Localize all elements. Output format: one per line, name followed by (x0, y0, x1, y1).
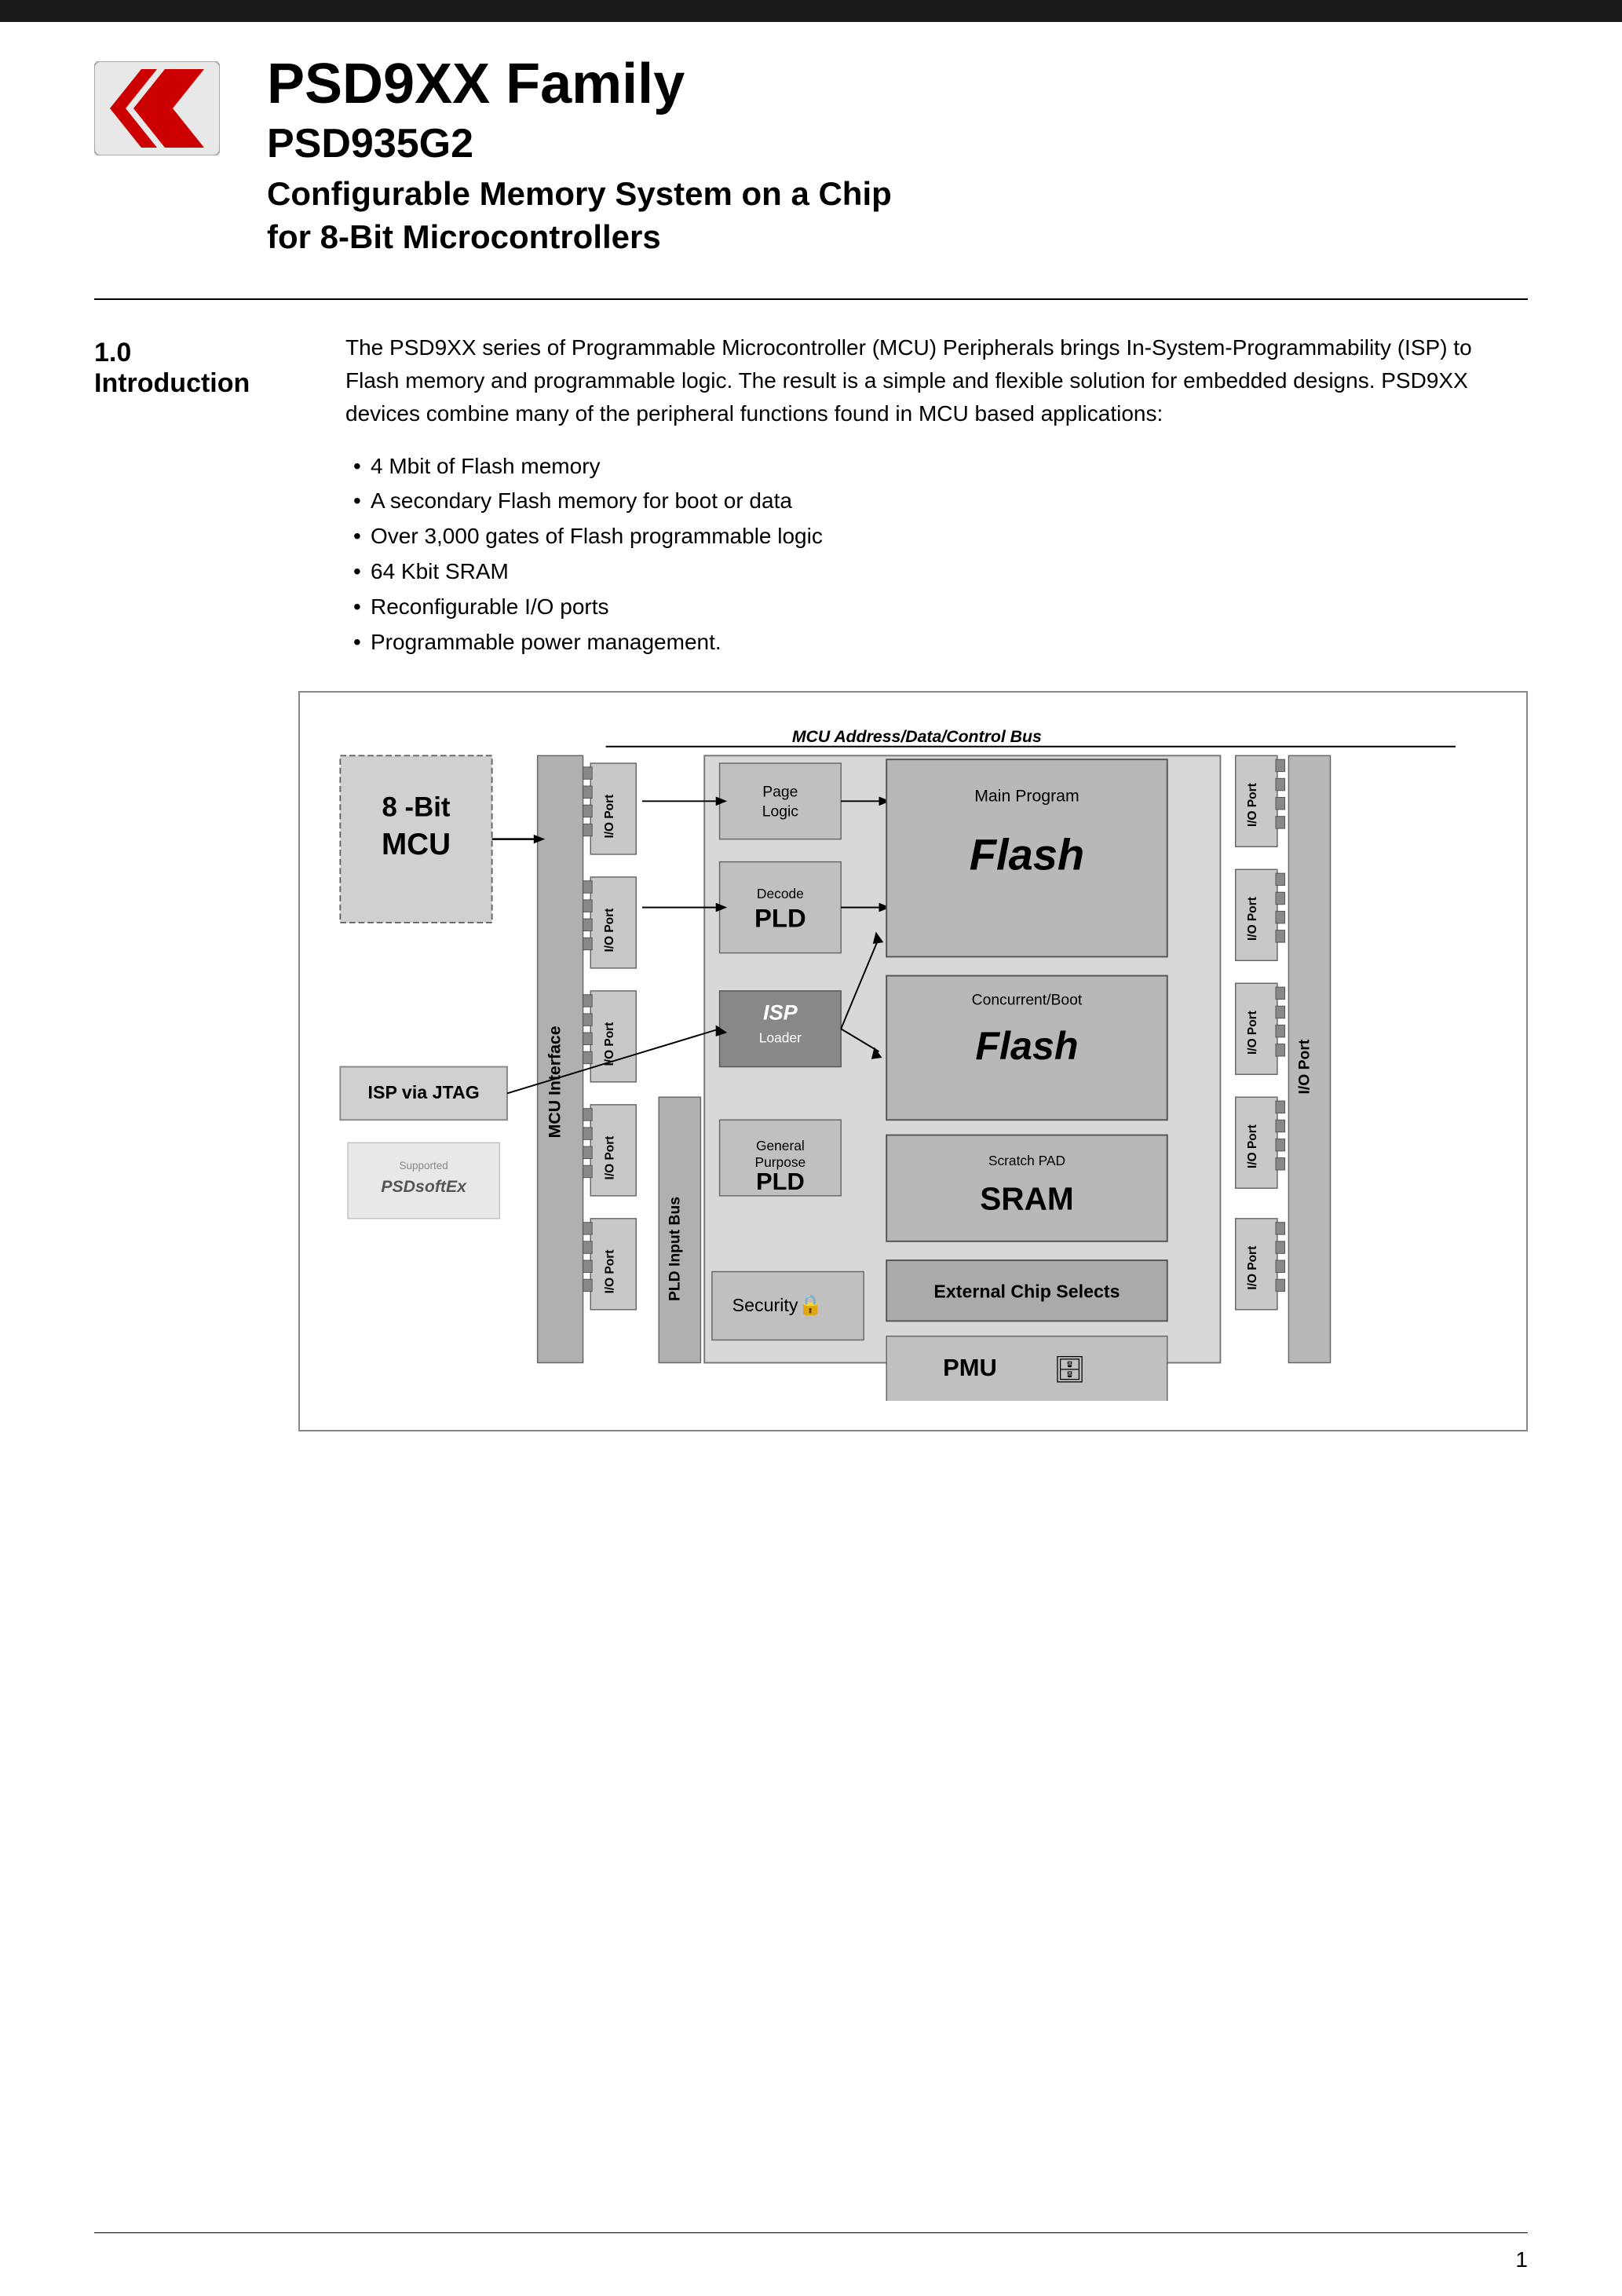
page-logic-label2: Logic (762, 804, 799, 821)
mcu-label-mcu: MCU (382, 828, 451, 861)
product-desc: Configurable Memory System on a Chip for… (267, 173, 1528, 258)
list-item: A secondary Flash memory for boot or dat… (345, 484, 1528, 519)
header-content: PSD9XX Family PSD935G2 Configurable Memo… (0, 22, 1622, 259)
page-number: 1 (1515, 2247, 1528, 2272)
product-desc-line1: Configurable Memory System on a Chip (267, 175, 892, 212)
section-title: Introduction (94, 368, 298, 399)
list-item: Reconfigurable I/O ports (345, 590, 1528, 625)
supported-label: Supported (399, 1160, 448, 1172)
decode-label: Decode (757, 886, 804, 901)
pld-input-bus-label: PLD Input Bus (667, 1197, 683, 1301)
logo-area (94, 61, 220, 159)
title-area: PSD9XX Family PSD935G2 Configurable Memo… (267, 53, 1528, 259)
concurrent-boot-label: Concurrent/Boot (972, 993, 1083, 1009)
io-port-left-4: I/O Port (603, 1136, 616, 1180)
main-flash-label: Flash (970, 830, 1084, 879)
intro-paragraph: The PSD9XX series of Programmable Microc… (345, 331, 1528, 430)
lock-icon: 🔒 (798, 1294, 823, 1316)
io-port-right-2: I/O Port (1246, 898, 1259, 941)
io-port-right-3: I/O Port (1246, 1011, 1259, 1055)
product-family: PSD9XX Family (267, 53, 1528, 115)
mcu-interface-label: MCU Interface (546, 1026, 564, 1139)
general-purpose-label1: General (756, 1138, 805, 1153)
io-port-left-1: I/O Port (603, 795, 616, 839)
main-content: 1.0 Introduction The PSD9XX series of Pr… (0, 300, 1622, 660)
section-number: 1.0 (94, 338, 298, 368)
io-port-right-1: I/O Port (1246, 784, 1259, 828)
header-bar (0, 0, 1622, 22)
pld-decode-label: PLD (754, 904, 806, 933)
bus-label: MCU Address/Data/Control Bus (792, 727, 1042, 746)
scratch-pad-label: Scratch PAD (988, 1153, 1065, 1169)
io-port-outer-label: I/O Port (1296, 1039, 1313, 1094)
io-port-left-2: I/O Port (603, 909, 616, 952)
product-desc-line2: for 8-Bit Microcontrollers (267, 218, 661, 255)
loader-label: Loader (759, 1030, 802, 1046)
isp-jtag-label: ISP via JTAG (368, 1082, 480, 1102)
psd-soft-label: PSDsoftEx (381, 1177, 467, 1196)
security-label: Security (732, 1295, 798, 1315)
footer-line (94, 2232, 1528, 2233)
io-port-left-3: I/O Port (603, 1022, 616, 1066)
list-item: Over 3,000 gates of Flash programmable l… (345, 519, 1528, 554)
section-label: 1.0 Introduction (94, 331, 298, 660)
boot-flash-label: Flash (975, 1024, 1078, 1068)
block-diagram: MCU Address/Data/Control Bus 8 -Bit MCU … (298, 691, 1528, 1431)
io-port-right-5: I/O Port (1246, 1246, 1259, 1290)
ext-chip-selects-label: External Chip Selects (933, 1281, 1120, 1302)
io-port-right-4: I/O Port (1246, 1124, 1259, 1168)
page-logic-label1: Page (762, 784, 798, 801)
list-item: 4 Mbit of Flash memory (345, 449, 1528, 484)
pmu-icon: 🗄 (1054, 1355, 1087, 1384)
list-item: 64 Kbit SRAM (345, 554, 1528, 590)
section-body: The PSD9XX series of Programmable Microc… (345, 331, 1528, 660)
sram-label: SRAM (980, 1181, 1073, 1217)
footer-page-number: 1 (1515, 2247, 1528, 2272)
pmu-label: PMU (943, 1354, 997, 1381)
st-logo (94, 61, 220, 155)
main-program-label: Main Program (974, 787, 1079, 806)
bullet-list: 4 Mbit of Flash memory A secondary Flash… (345, 449, 1528, 660)
product-model: PSD935G2 (267, 122, 1528, 166)
mcu-label-8bit: 8 -Bit (382, 793, 451, 823)
io-port-left-5: I/O Port (603, 1250, 616, 1294)
list-item: Programmable power management. (345, 625, 1528, 660)
pld-gp-label: PLD (756, 1168, 805, 1195)
isp-label: ISP (763, 1001, 798, 1025)
diagram-svg: MCU Address/Data/Control Bus 8 -Bit MCU … (325, 718, 1501, 1401)
